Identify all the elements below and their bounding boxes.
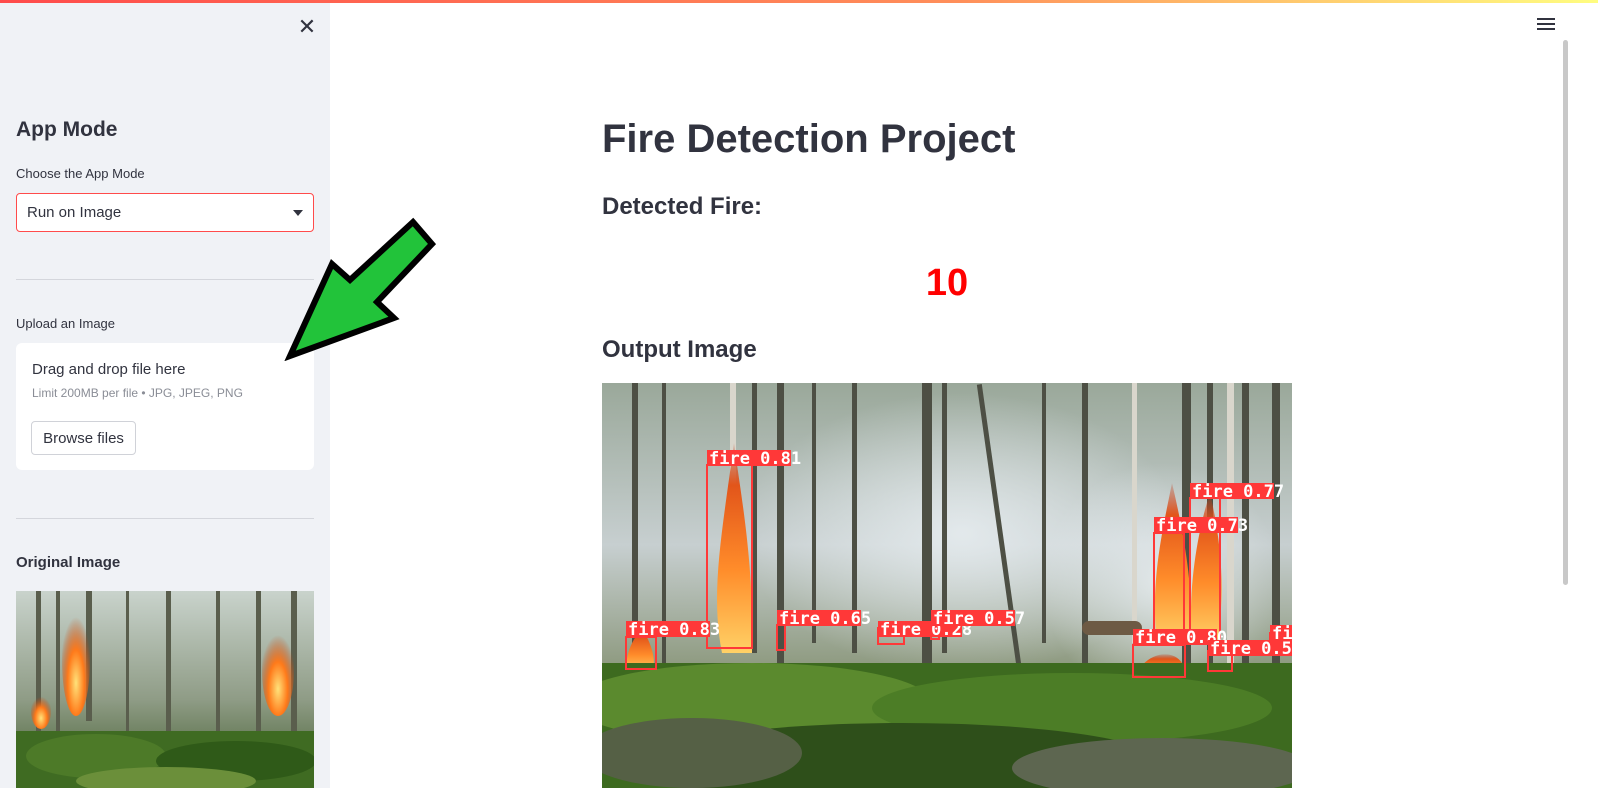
page-title: Fire Detection Project xyxy=(602,117,1016,161)
sidebar-heading: App Mode xyxy=(16,118,118,141)
detection-label: fire 0.81 xyxy=(709,449,801,469)
upload-label: Upload an Image xyxy=(16,316,116,331)
top-decoration-bar xyxy=(0,0,1598,3)
detection-label: fire 0.73 xyxy=(1156,516,1248,536)
detection-label: fire 0.77 xyxy=(1192,482,1284,502)
detected-fire-heading: Detected Fire: xyxy=(602,193,763,220)
mode-label: Choose the App Mode xyxy=(16,166,145,181)
scrollbar[interactable] xyxy=(1563,40,1568,585)
dropzone-limit-text: Limit 200MB per file • JPG, JPEG, PNG xyxy=(32,386,243,400)
detection-label: fire 0.65 xyxy=(779,609,871,629)
browse-files-button[interactable]: Browse files xyxy=(31,421,136,455)
sidebar: ✕ App Mode Choose the App Mode Run on Im… xyxy=(0,0,330,788)
dropzone-instruction: Drag and drop file here xyxy=(32,361,186,378)
divider xyxy=(16,518,314,519)
hamburger-menu-icon[interactable] xyxy=(1537,18,1555,32)
file-dropzone[interactable]: Drag and drop file here Limit 200MB per … xyxy=(16,343,314,470)
detected-fire-count: 10 xyxy=(925,262,969,304)
detection-label: fire 0.83 xyxy=(628,620,720,640)
output-image-heading: Output Image xyxy=(602,336,757,363)
chevron-down-icon xyxy=(293,209,303,216)
app-mode-selected-value: Run on Image xyxy=(27,204,122,221)
detection-label: fire 0.57 xyxy=(933,609,1025,629)
divider xyxy=(16,279,314,280)
close-icon[interactable]: ✕ xyxy=(296,16,318,38)
original-image xyxy=(16,591,314,788)
app-mode-select[interactable]: Run on Image xyxy=(16,193,314,232)
original-image-label: Original Image xyxy=(16,554,121,571)
output-image: fire 0.81 fire 0.77 fire 0.73 fire 0.83 … xyxy=(602,383,1292,788)
arrow-annotation xyxy=(284,217,437,361)
detection-label: fire xyxy=(1272,624,1292,644)
